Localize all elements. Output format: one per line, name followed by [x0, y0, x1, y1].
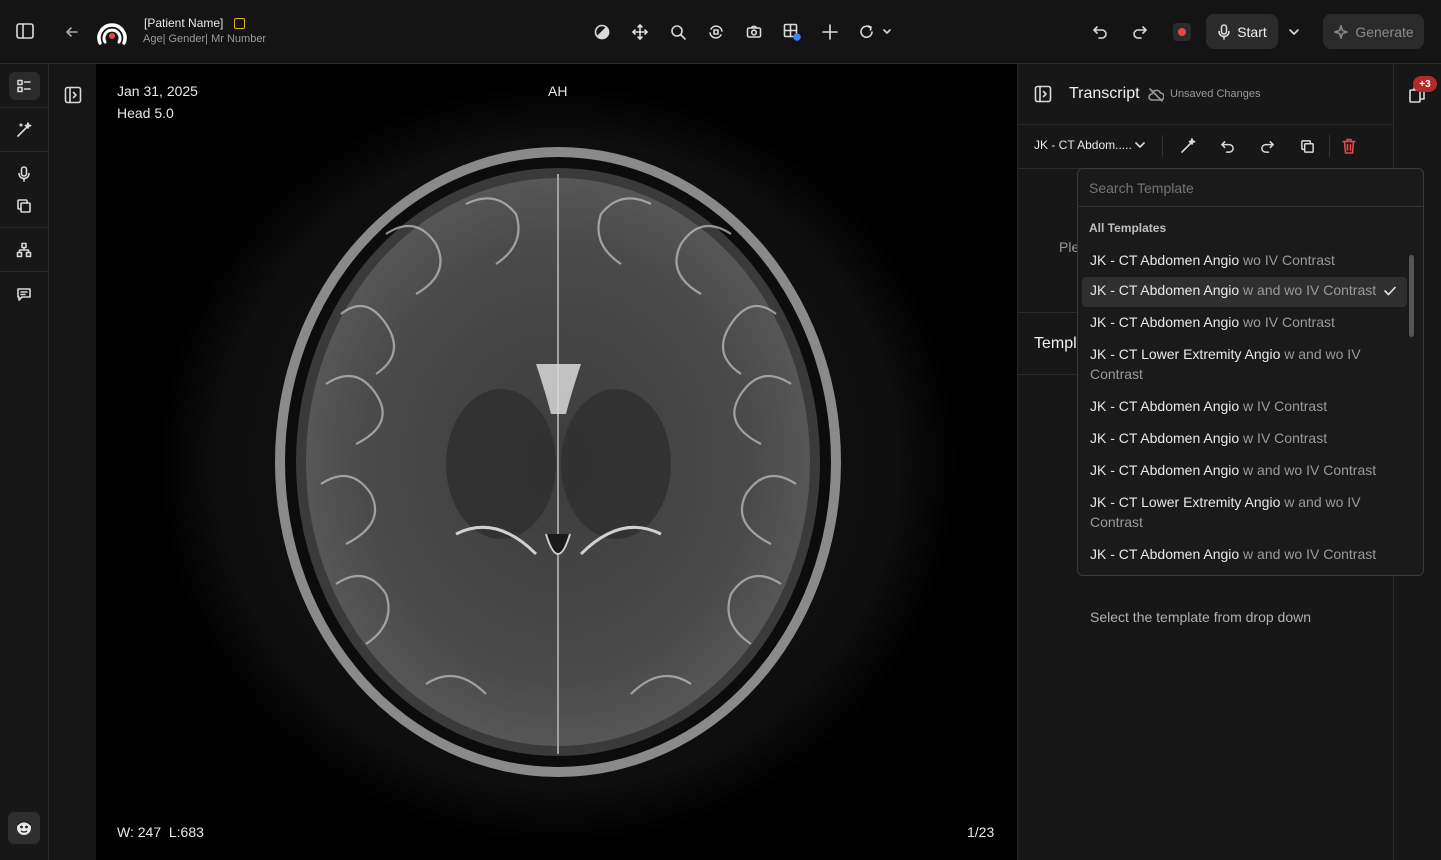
start-button[interactable]: Start [1206, 14, 1278, 49]
template-option[interactable]: JK - CT Lower Extremity Angio w and wo I… [1082, 489, 1407, 533]
cloud-off-icon [1147, 86, 1165, 104]
template-dropdown: All Templates JK - CT Abdomen Angio wo I… [1077, 168, 1424, 576]
chat-icon[interactable] [14, 284, 34, 304]
left-rail [0, 64, 49, 860]
crosshair-icon[interactable] [820, 22, 840, 42]
app-logo-icon [95, 15, 129, 49]
zoom-icon[interactable] [668, 22, 688, 42]
undo-icon[interactable] [1217, 136, 1237, 156]
avatar-icon[interactable] [8, 812, 40, 844]
section-label: All Templates [1089, 221, 1167, 235]
top-bar: [Patient Name] Age| Gender| Mr Number St… [0, 0, 1441, 64]
template-option-name: JK - CT Abdomen Angio [1090, 398, 1240, 414]
template-option-variant: w and wo IV Contrast [1239, 546, 1377, 562]
contrast-icon[interactable] [592, 22, 612, 42]
start-label: Start [1237, 23, 1267, 40]
template-option-name: JK - CT Abdomen Angio [1090, 252, 1240, 268]
template-select[interactable]: JK - CT Abdom..... [1034, 138, 1132, 152]
template-option-variant: wo IV Contrast [1239, 252, 1335, 268]
template-option[interactable]: JK - CT Abdomen Angio wo IV Contrast [1082, 247, 1407, 273]
flag-icon[interactable] [234, 18, 245, 29]
template-option-name: JK - CT Lower Extremity Angio [1090, 494, 1281, 510]
template-option-variant: w and wo IV Contrast [1239, 282, 1377, 298]
study-date: Jan 31, 2025 [117, 83, 198, 99]
check-icon [1383, 284, 1397, 298]
template-option-name: JK - CT Abdomen Angio [1090, 430, 1240, 446]
generate-label: Generate [1355, 23, 1414, 40]
brain-mri-image [158, 84, 958, 844]
redo-icon[interactable] [1130, 22, 1150, 42]
template-option[interactable]: JK - CT Abdomen Angio w and wo IV Contra… [1082, 541, 1407, 567]
template-option-variant: wo IV Contrast [1239, 314, 1335, 330]
sidebar-toggle-icon[interactable] [12, 18, 38, 44]
record-button[interactable] [1173, 23, 1191, 41]
unsaved-status: Unsaved Changes [1170, 88, 1261, 100]
chevron-down-icon[interactable] [1284, 22, 1304, 42]
image-viewer[interactable]: Jan 31, 2025 Head 5.0 AH W: 247 L:683 1/… [96, 64, 1017, 860]
secondary-rail [49, 64, 96, 860]
transcript-title: Transcript [1069, 85, 1140, 102]
orientation-label: AH [548, 83, 568, 99]
notification-badge: +3 [1413, 76, 1437, 92]
template-option-variant: w and wo IV Contrast [1239, 462, 1377, 478]
template-option[interactable]: JK - CT Abdomen Angio w IV Contrast [1082, 393, 1407, 419]
list-icon[interactable] [14, 76, 34, 96]
template-option-name: JK - CT Abdomen Angio [1090, 314, 1240, 330]
pan-icon[interactable] [630, 22, 650, 42]
template-search-input[interactable] [1078, 169, 1423, 207]
template-option-variant: w IV Contrast [1239, 398, 1328, 414]
camera-icon[interactable] [744, 22, 764, 42]
template-option-variant: w IV Contrast [1239, 430, 1328, 446]
patient-name: [Patient Name] [144, 16, 224, 30]
patient-meta: Age| Gender| Mr Number [143, 33, 267, 45]
template-option-name: JK - CT Abdomen Angio [1090, 546, 1240, 562]
template-option[interactable]: JK - CT Abdomen Angio w IV Contrast [1082, 425, 1407, 451]
panel-expand-icon[interactable] [62, 84, 84, 106]
delete-icon[interactable] [1339, 136, 1359, 156]
frame-counter: 1/23 [967, 824, 995, 840]
hierarchy-icon[interactable] [14, 240, 34, 260]
refresh-icon[interactable] [858, 22, 894, 42]
window-level: W: 247 L:683 [117, 824, 204, 840]
rotate-3d-icon[interactable] [706, 22, 726, 42]
template-option-name: JK - CT Abdomen Angio [1090, 462, 1240, 478]
layout-grid-icon[interactable] [782, 22, 802, 42]
back-arrow-icon[interactable] [62, 22, 82, 42]
generate-button[interactable]: Generate [1323, 14, 1424, 49]
template-hint: Select the template from drop down [1090, 609, 1312, 625]
template-option[interactable]: JK - CT Lower Extremity Angio w and wo I… [1082, 341, 1407, 385]
record-icon [1178, 28, 1186, 36]
panel-collapse-icon[interactable] [1032, 83, 1054, 105]
magic-wand-icon[interactable] [1178, 136, 1198, 156]
copy-icon[interactable] [14, 196, 34, 216]
redo-icon[interactable] [1257, 136, 1277, 156]
copy-icon[interactable] [1297, 136, 1317, 156]
scrollbar-thumb[interactable] [1409, 255, 1414, 337]
template-heading: Templ [1034, 335, 1077, 352]
chevron-down-icon[interactable] [1132, 137, 1148, 153]
template-option[interactable]: JK - CT Abdomen Angio w and wo IV Contra… [1082, 277, 1407, 307]
template-option[interactable]: JK - CT Abdomen Angio wo IV Contrast [1082, 309, 1407, 335]
microphone-icon[interactable] [14, 164, 34, 184]
magic-wand-icon[interactable] [14, 120, 34, 140]
template-option-name: JK - CT Lower Extremity Angio [1090, 346, 1281, 362]
undo-icon[interactable] [1090, 22, 1110, 42]
series-label: Head 5.0 [117, 105, 174, 121]
sparkle-icon [1333, 24, 1349, 40]
template-option[interactable]: JK - CT Abdomen Angio w and wo IV Contra… [1082, 457, 1407, 483]
template-option-name: JK - CT Abdomen Angio [1090, 282, 1240, 298]
microphone-icon [1217, 23, 1231, 40]
